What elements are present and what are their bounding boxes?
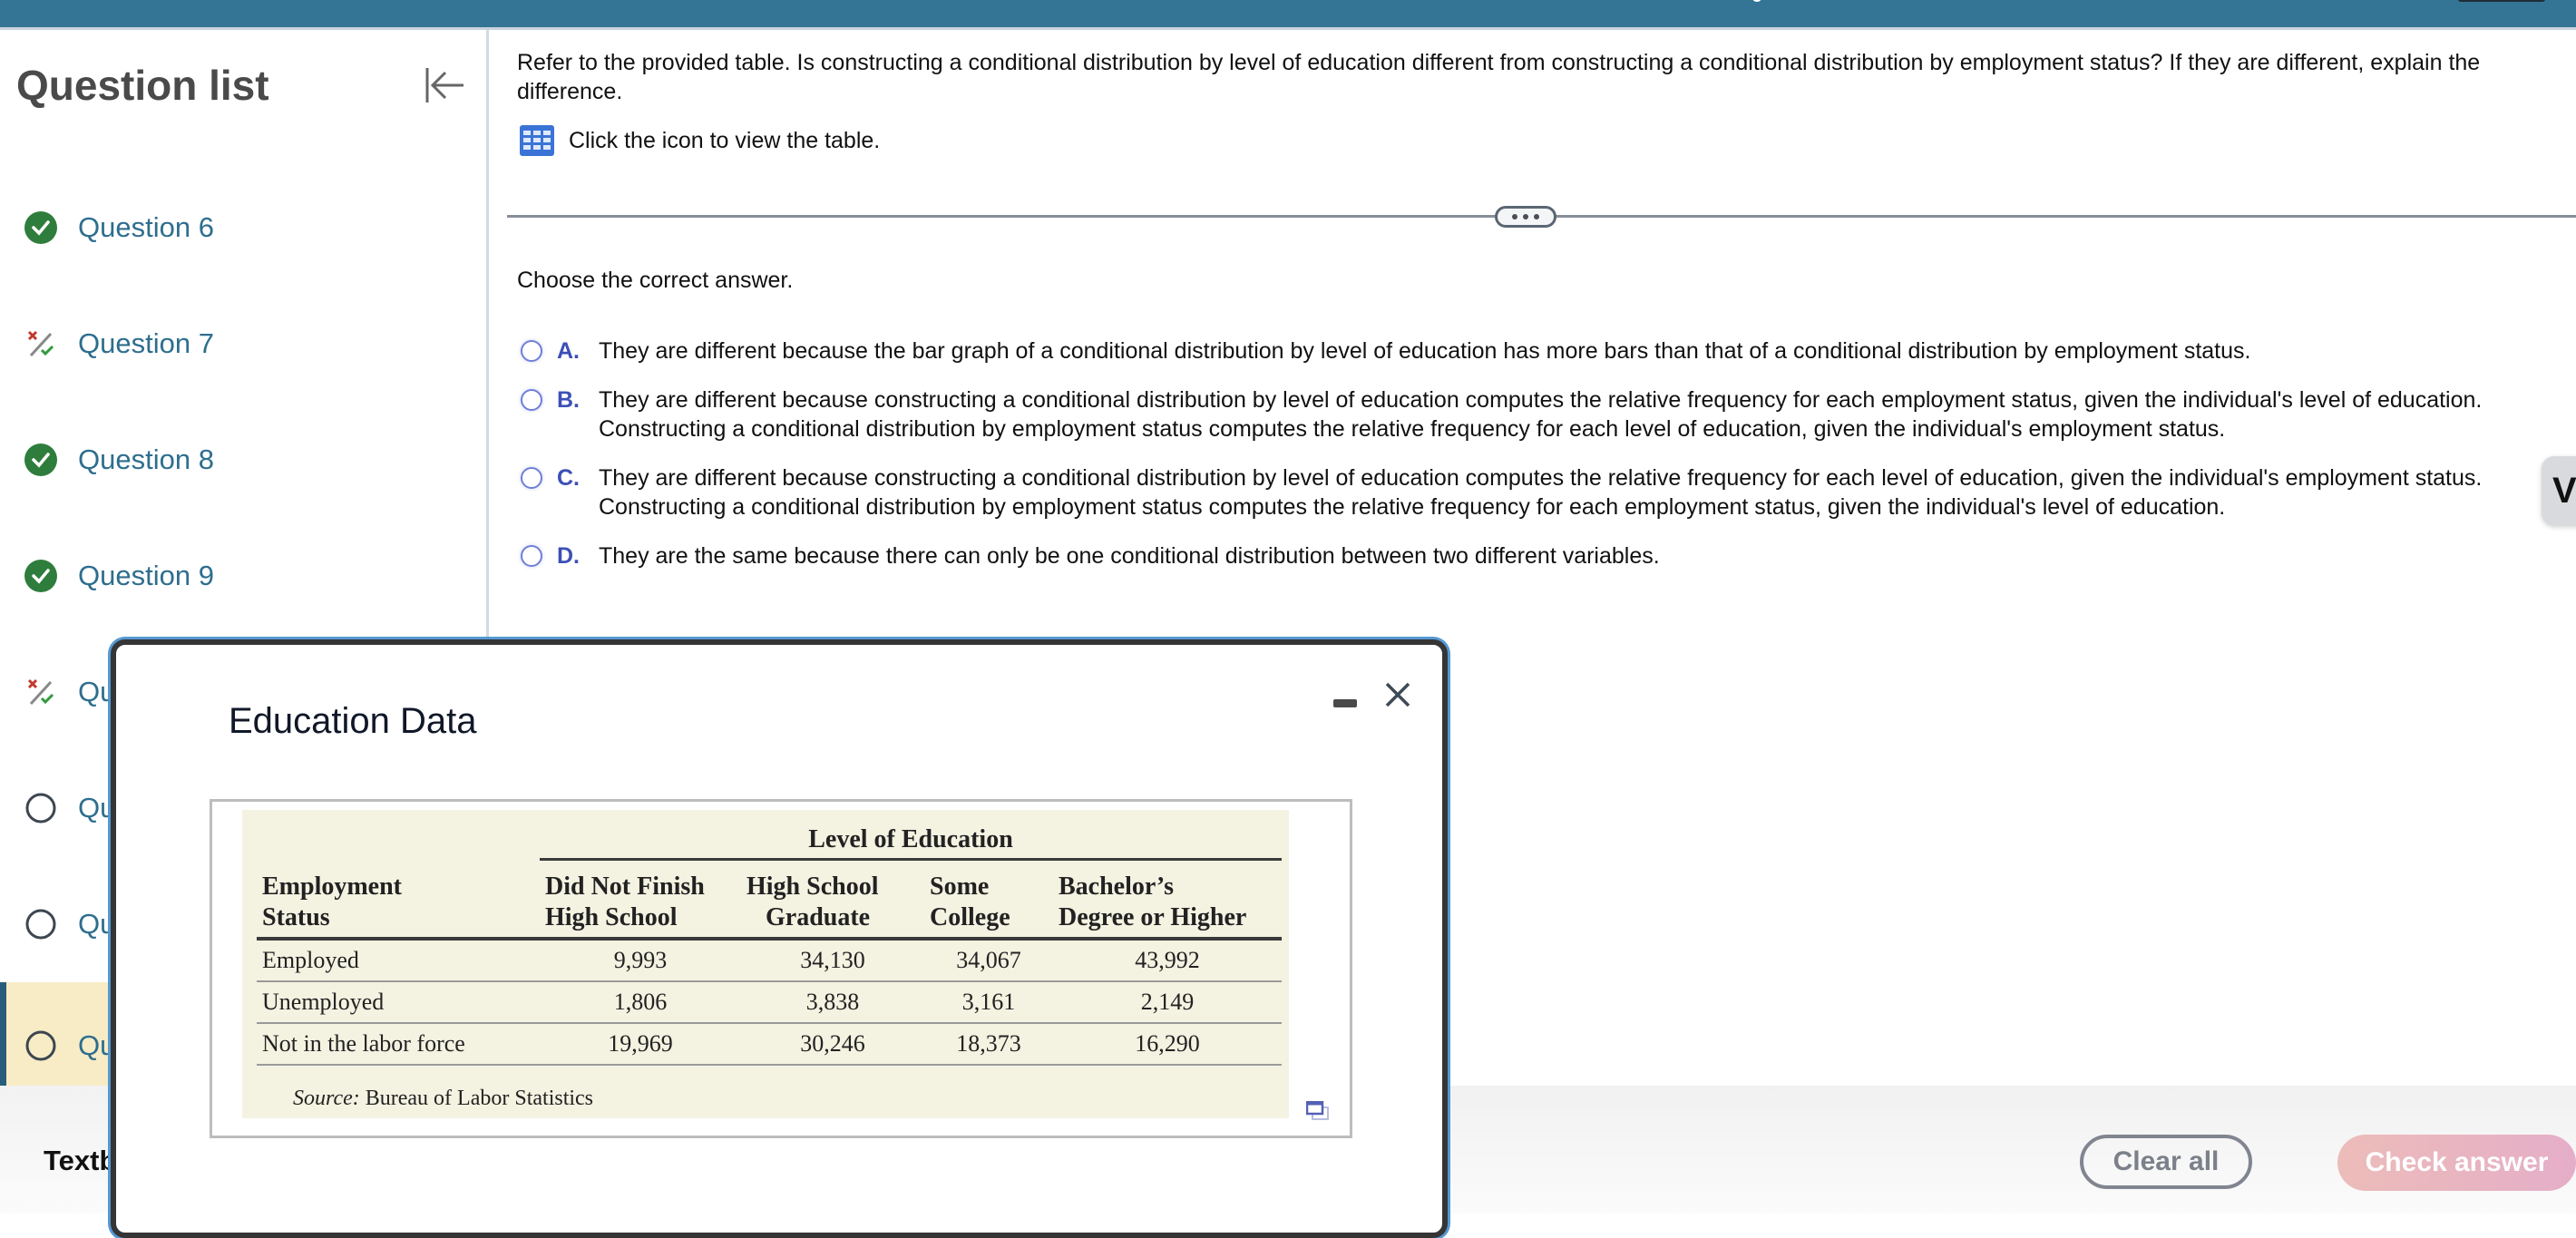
column-header: Bachelor’s Degree or Higher xyxy=(1053,872,1282,941)
column-header: Did Not Finish High School xyxy=(540,872,741,941)
option-letter: A. xyxy=(557,338,580,364)
top-bar-handle[interactable] xyxy=(2458,0,2545,2)
answer-option-d[interactable]: D. They are the same because there can o… xyxy=(521,541,2576,570)
sidebar-item-label: Question 7 xyxy=(78,327,214,359)
row-label: Employed xyxy=(257,939,540,982)
answer-option-b[interactable]: B. They are different because constructi… xyxy=(521,385,2576,444)
table-frame: Level of Education Employment Status Did … xyxy=(210,799,1352,1138)
column-header: Some College xyxy=(924,872,1053,941)
check-circle-icon xyxy=(24,211,57,244)
group-header: Level of Education xyxy=(808,825,1013,853)
sidebar-item-label: Question 8 xyxy=(78,444,214,475)
table-grid-icon xyxy=(520,125,554,156)
education-data-dialog: Education Data Level of Education Employ… xyxy=(111,639,1448,1238)
ellipsis-dot-icon xyxy=(1512,214,1517,219)
sidebar-item-label: Question 9 xyxy=(78,560,214,591)
partial-credit-icon xyxy=(27,678,54,706)
sidebar-title: Question list xyxy=(16,62,269,109)
table-row: Unemployed 1,806 3,838 3,161 2,149 xyxy=(257,981,1282,1024)
option-letter: C. xyxy=(557,465,580,491)
column-header: High School Graduate xyxy=(741,872,924,941)
option-letter: B. xyxy=(557,387,580,413)
table-source: Source: Bureau of Labor Statistics xyxy=(293,1087,594,1110)
empty-circle-icon xyxy=(25,793,56,824)
table-cell: 16,290 xyxy=(1053,1023,1282,1066)
check-answer-button[interactable]: Check answer xyxy=(2337,1135,2576,1191)
close-icon xyxy=(1385,682,1410,707)
option-text: They are different because constructing … xyxy=(599,465,2483,520)
table-cell: 18,373 xyxy=(924,1023,1053,1066)
table-cell: 19,969 xyxy=(540,1023,741,1066)
textbook-link[interactable]: Textb xyxy=(44,1145,116,1177)
view-table-text: Click the icon to view the table. xyxy=(569,127,881,153)
sidebar-item-question-7[interactable]: Question 7 xyxy=(0,293,486,395)
sidebar-item-question-9[interactable]: Question 9 xyxy=(0,525,486,627)
table-cell: 1,806 xyxy=(540,981,741,1024)
partial-credit-icon xyxy=(27,330,54,357)
radio-button[interactable] xyxy=(521,340,542,362)
table-cell: 9,993 xyxy=(540,939,741,982)
top-bar xyxy=(0,0,2576,30)
dialog-title: Education Data xyxy=(229,701,477,741)
option-text: They are different because constructing … xyxy=(599,387,2483,442)
table-cell: 43,992 xyxy=(1053,939,1282,982)
answer-option-c[interactable]: C. They are different because constructi… xyxy=(521,463,2576,522)
sidebar-item-question-8[interactable]: Question 8 xyxy=(0,409,486,511)
table-cell: 3,161 xyxy=(924,981,1053,1024)
radio-button[interactable] xyxy=(521,545,542,567)
ellipsis-dot-icon xyxy=(1523,214,1528,219)
answer-option-a[interactable]: A. They are different because the bar gr… xyxy=(521,336,2576,366)
table-cell: 34,067 xyxy=(924,939,1053,982)
radio-button[interactable] xyxy=(521,389,542,411)
row-header: Employment Status xyxy=(257,872,540,941)
table-row: Not in the labor force 19,969 30,246 18,… xyxy=(257,1023,1282,1066)
table-row: Employed 9,993 34,130 34,067 43,992 xyxy=(257,939,1282,982)
minimize-button[interactable] xyxy=(1332,690,1359,717)
close-button[interactable] xyxy=(1380,677,1416,713)
radio-button[interactable] xyxy=(521,467,542,489)
top-bar-indicator xyxy=(1752,0,1761,2)
row-label: Unemployed xyxy=(257,981,540,1024)
side-panel-tab[interactable]: V xyxy=(2542,456,2576,525)
sidebar-item-label: Question 6 xyxy=(78,211,214,243)
question-prompt: Refer to the provided table. Is construc… xyxy=(517,50,2481,104)
empty-circle-icon xyxy=(25,1030,56,1061)
check-circle-icon xyxy=(24,560,57,592)
table-cell: 3,838 xyxy=(741,981,924,1024)
group-header-rule xyxy=(540,858,1282,872)
table-cell: 34,130 xyxy=(741,939,924,982)
option-text: They are the same because there can only… xyxy=(599,543,1660,569)
expand-more-button[interactable] xyxy=(1495,206,1556,228)
education-table: Level of Education Employment Status Did … xyxy=(257,810,1282,1066)
option-letter: D. xyxy=(557,543,580,569)
collapse-sidebar-button[interactable] xyxy=(422,63,467,108)
view-table-link[interactable]: Click the icon to view the table. xyxy=(520,125,880,156)
table-cell: 2,149 xyxy=(1053,981,1282,1024)
option-text: They are different because the bar graph… xyxy=(599,338,2251,364)
empty-circle-icon xyxy=(25,909,56,940)
clear-all-button[interactable]: Clear all xyxy=(2080,1135,2252,1189)
side-panel-tab-label: V xyxy=(2552,471,2576,511)
minimize-icon xyxy=(1333,699,1357,707)
check-circle-icon xyxy=(24,444,57,476)
table-cell: 30,246 xyxy=(741,1023,924,1066)
row-label: Not in the labor force xyxy=(257,1023,540,1066)
collapse-left-icon xyxy=(425,68,463,102)
table-image: Level of Education Employment Status Did … xyxy=(242,810,1289,1118)
popout-window-icon[interactable] xyxy=(1306,1101,1330,1121)
ellipsis-dot-icon xyxy=(1534,214,1539,219)
answer-instruction: Choose the correct answer. xyxy=(517,268,794,293)
sidebar-item-question-6[interactable]: Question 6 xyxy=(0,177,486,278)
